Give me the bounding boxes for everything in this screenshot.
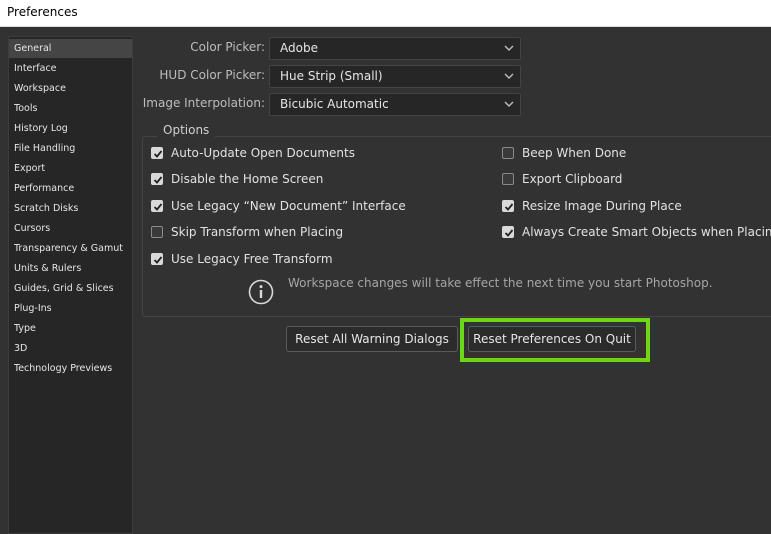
checkbox-label: Use Legacy “New Document” Interface	[171, 199, 406, 213]
checkbox-checked-icon	[151, 253, 163, 265]
checkbox-auto-update-open-documents[interactable]: Auto-Update Open Documents	[151, 145, 355, 161]
preferences-panel: General Interface Workspace Tools Histor…	[0, 27, 771, 534]
checkbox-label: Use Legacy Free Transform	[171, 252, 333, 266]
checkbox-checked-icon	[502, 226, 514, 238]
checkbox-checked-icon	[151, 147, 163, 159]
chevron-down-icon	[504, 38, 514, 59]
image-interpolation-label: Image Interpolation:	[142, 96, 265, 110]
sidebar-item-scratch-disks[interactable]: Scratch Disks	[9, 199, 132, 218]
checkbox-use-legacy-free-transform[interactable]: Use Legacy Free Transform	[151, 251, 333, 267]
window-title: Preferences	[7, 5, 78, 19]
checkbox-label: Beep When Done	[522, 146, 627, 160]
sidebar-item-transparency-gamut[interactable]: Transparency & Gamut	[9, 239, 132, 258]
options-title: Options	[157, 123, 216, 137]
sidebar: General Interface Workspace Tools Histor…	[8, 36, 133, 534]
color-picker-select[interactable]: Adobe	[269, 37, 521, 60]
checkbox-unchecked-icon	[151, 226, 163, 238]
checkbox-label: Skip Transform when Placing	[171, 225, 344, 239]
checkbox-resize-image-during-place[interactable]: Resize Image During Place	[502, 198, 682, 214]
sidebar-item-performance[interactable]: Performance	[9, 179, 132, 198]
reset-all-warning-dialogs-button[interactable]: Reset All Warning Dialogs	[286, 326, 458, 352]
sidebar-item-type[interactable]: Type	[9, 319, 132, 338]
image-interpolation-select[interactable]: Bicubic Automatic	[269, 93, 521, 116]
sidebar-item-cursors[interactable]: Cursors	[9, 219, 132, 238]
sidebar-item-3d[interactable]: 3D	[9, 339, 132, 358]
reset-preferences-on-quit-button[interactable]: Reset Preferences On Quit	[468, 326, 636, 352]
checkbox-checked-icon	[502, 200, 514, 212]
checkbox-skip-transform-when-placing[interactable]: Skip Transform when Placing	[151, 224, 343, 240]
hud-color-picker-label: HUD Color Picker:	[159, 68, 265, 82]
chevron-down-icon	[504, 94, 514, 115]
checkbox-label: Auto-Update Open Documents	[171, 146, 355, 160]
checkbox-beep-when-done[interactable]: Beep When Done	[502, 145, 626, 161]
info-message: Workspace changes will take effect the n…	[288, 276, 713, 290]
color-picker-label: Color Picker:	[190, 40, 265, 54]
checkbox-checked-icon	[151, 200, 163, 212]
checkbox-export-clipboard[interactable]: Export Clipboard	[502, 171, 622, 187]
checkbox-always-create-smart-objects[interactable]: Always Create Smart Objects when Placing	[502, 224, 771, 240]
color-picker-value: Adobe	[280, 41, 318, 55]
checkbox-disable-home-screen[interactable]: Disable the Home Screen	[151, 171, 323, 187]
checkbox-label: Export Clipboard	[522, 172, 623, 186]
chevron-down-icon	[504, 66, 514, 87]
hud-color-picker-value: Hue Strip (Small)	[280, 69, 383, 83]
hud-color-picker-select[interactable]: Hue Strip (Small)	[269, 65, 521, 88]
sidebar-item-file-handling[interactable]: File Handling	[9, 139, 132, 158]
sidebar-item-export[interactable]: Export	[9, 159, 132, 178]
sidebar-item-technology-previews[interactable]: Technology Previews	[9, 359, 132, 378]
sidebar-item-units-rulers[interactable]: Units & Rulers	[9, 259, 132, 278]
sidebar-item-history-log[interactable]: History Log	[9, 119, 132, 138]
sidebar-item-plug-ins[interactable]: Plug-Ins	[9, 299, 132, 318]
sidebar-item-guides-grid-slices[interactable]: Guides, Grid & Slices	[9, 279, 132, 298]
checkbox-use-legacy-new-document[interactable]: Use Legacy “New Document” Interface	[151, 198, 406, 214]
checkbox-checked-icon	[151, 173, 163, 185]
info-icon	[248, 279, 274, 305]
image-interpolation-value: Bicubic Automatic	[280, 97, 389, 111]
checkbox-label: Resize Image During Place	[522, 199, 682, 213]
checkbox-label: Always Create Smart Objects when Placing	[522, 225, 771, 239]
checkbox-unchecked-icon	[502, 173, 514, 185]
checkbox-unchecked-icon	[502, 147, 514, 159]
checkbox-label: Disable the Home Screen	[171, 172, 324, 186]
title-bar: Preferences	[0, 0, 771, 27]
